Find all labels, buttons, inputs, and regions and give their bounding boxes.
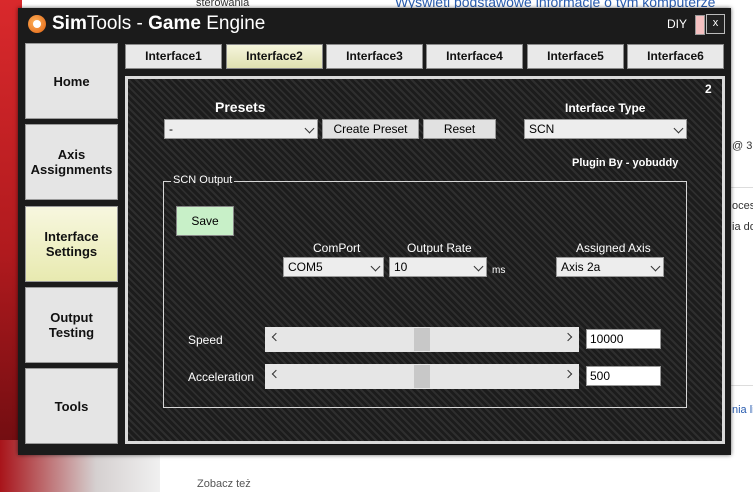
scn-output-group: SCN Output Save ComPort COM5 Output Rate…: [163, 174, 687, 408]
output-rate-select[interactable]: 10: [389, 257, 487, 277]
assigned-axis-select[interactable]: Axis 2a: [556, 257, 664, 277]
tab-interface4[interactable]: Interface4: [426, 44, 523, 69]
chevron-right-icon[interactable]: [563, 369, 573, 379]
chevron-down-icon: [304, 123, 315, 134]
tab-interface6[interactable]: Interface6: [627, 44, 724, 69]
chevron-down-icon: [370, 261, 381, 272]
background-footer-link[interactable]: Zobacz też: [197, 478, 251, 490]
speed-slider[interactable]: [265, 327, 579, 352]
tab-interface1[interactable]: Interface1: [125, 44, 222, 69]
reset-button[interactable]: Reset: [423, 119, 496, 139]
chevron-down-icon: [650, 261, 661, 272]
acceleration-input[interactable]: 500: [586, 366, 661, 386]
background-divider: [728, 187, 753, 188]
interface-settings-panel: 2 Presets - Create Preset Reset Interfac…: [125, 76, 725, 444]
simtools-logo-icon: [28, 15, 46, 33]
interface-type-label: Interface Type: [565, 101, 646, 115]
create-preset-button[interactable]: Create Preset: [322, 119, 419, 139]
speed-label: Speed: [188, 333, 223, 347]
assigned-axis-label: Assigned Axis: [576, 241, 651, 255]
output-rate-label: Output Rate: [407, 241, 472, 255]
simtools-window: SimTools - Game Engine DIY x Home Axis A…: [18, 8, 731, 455]
diy-label: DIY: [667, 17, 688, 31]
background-link[interactable]: nia li: [732, 404, 753, 416]
chevron-left-icon[interactable]: [271, 369, 281, 379]
save-button[interactable]: Save: [176, 206, 234, 236]
speed-input[interactable]: 10000: [586, 329, 661, 349]
presets-label: Presets: [215, 99, 266, 115]
interface-type-select[interactable]: SCN: [524, 119, 687, 139]
tab-interface2[interactable]: Interface2: [226, 44, 323, 69]
background-snippet: @ 3.: [732, 140, 753, 152]
ms-unit-label: ms: [492, 265, 506, 276]
chevron-down-icon: [673, 123, 684, 134]
sidebar-item-axis-assignments[interactable]: Axis Assignments: [25, 124, 118, 200]
group-title: SCN Output: [171, 174, 235, 186]
sidebar-item-home[interactable]: Home: [25, 43, 118, 119]
background-divider: [728, 385, 753, 386]
acceleration-label: Acceleration: [188, 370, 255, 384]
tab-interface5[interactable]: Interface5: [527, 44, 624, 69]
comport-select[interactable]: COM5: [283, 257, 384, 277]
interface-number: 2: [705, 82, 712, 96]
acceleration-slider[interactable]: [265, 364, 579, 389]
close-button[interactable]: x: [706, 14, 725, 34]
title-bar[interactable]: SimTools - Game Engine DIY x: [18, 8, 731, 40]
chevron-left-icon[interactable]: [271, 332, 281, 342]
chevron-right-icon[interactable]: [563, 332, 573, 342]
sidebar-item-interface-settings[interactable]: Interface Settings: [25, 206, 118, 282]
background-snippet: oces: [732, 200, 753, 212]
diy-indicator: [695, 15, 705, 35]
chevron-down-icon: [473, 261, 484, 272]
comport-label: ComPort: [313, 241, 361, 255]
window-title: SimTools - Game Engine: [52, 13, 266, 34]
presets-select[interactable]: -: [164, 119, 318, 139]
sidebar-item-tools[interactable]: Tools: [25, 368, 118, 444]
background-snippet: ia do: [732, 221, 753, 233]
plugin-author: Plugin By - yobuddy: [572, 157, 679, 169]
sidebar-item-output-testing[interactable]: Output Testing: [25, 287, 118, 363]
acceleration-slider-thumb[interactable]: [414, 365, 430, 388]
speed-slider-thumb[interactable]: [414, 328, 430, 351]
tab-interface3[interactable]: Interface3: [326, 44, 423, 69]
